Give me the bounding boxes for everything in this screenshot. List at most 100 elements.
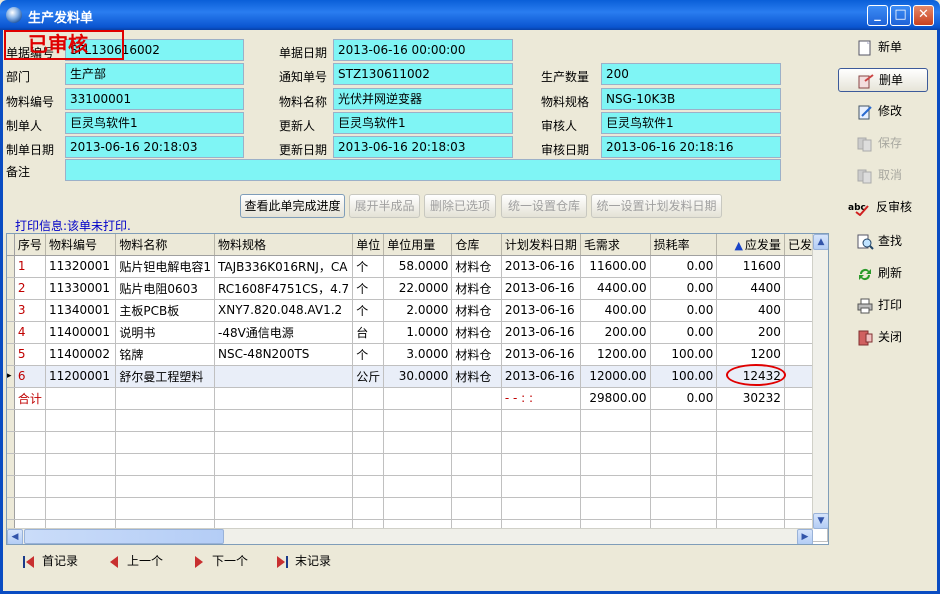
print-button[interactable]: 打印 xyxy=(838,294,928,318)
col-header-gross-demand[interactable]: 毛需求 xyxy=(580,234,651,256)
col-header-plan-date[interactable]: 计划发料日期 xyxy=(501,234,581,256)
table-cell[interactable]: 3 xyxy=(14,299,46,322)
table-cell[interactable]: 3.0000 xyxy=(383,343,453,366)
table-cell[interactable]: 2013-06-16 xyxy=(501,343,581,366)
row-header[interactable] xyxy=(7,277,15,300)
table-cell[interactable]: 1 xyxy=(14,255,46,278)
table-cell[interactable]: 100.00 xyxy=(650,343,718,366)
scroll-up-icon[interactable]: ▲ xyxy=(813,234,828,250)
col-header-material-spec[interactable]: 物料规格 xyxy=(214,234,354,256)
scroll-down-icon[interactable]: ▼ xyxy=(813,513,828,529)
row-header[interactable] xyxy=(7,321,15,344)
table-cell[interactable]: 6 xyxy=(14,365,46,388)
table-cell[interactable]: 11340001 xyxy=(45,299,117,322)
table-cell[interactable]: 材料仓 xyxy=(451,321,502,344)
vertical-scrollbar[interactable]: ▲ ▼ xyxy=(812,234,828,529)
table-cell[interactable]: 主板PCB板 xyxy=(115,299,215,322)
table-cell[interactable]: 11600 xyxy=(716,255,785,278)
table-cell[interactable] xyxy=(214,365,354,388)
update-date-field[interactable]: 2013-06-16 20:18:03 xyxy=(333,136,513,158)
table-cell[interactable]: 30.0000 xyxy=(383,365,453,388)
materials-grid[interactable]: 序号 物料编号 物料名称 物料规格 单位 单位用量 仓库 计划发料日期 毛需求 … xyxy=(6,233,829,545)
table-cell[interactable]: 2.0000 xyxy=(383,299,453,322)
updater-field[interactable]: 巨灵鸟软件1 xyxy=(333,112,513,134)
table-cell[interactable]: TAJB336K016RNJ，CA xyxy=(214,255,354,278)
col-header-should-issue[interactable]: ▲ 应发量 xyxy=(716,234,785,256)
table-cell[interactable]: NSC-48N200TS xyxy=(214,343,354,366)
table-cell[interactable]: 台 xyxy=(352,321,385,344)
table-cell[interactable]: 0.00 xyxy=(650,321,718,344)
set-plan-date-button[interactable]: 统一设置计划发料日期 xyxy=(591,194,722,218)
table-cell[interactable]: 个 xyxy=(352,277,385,300)
table-cell[interactable]: 0.00 xyxy=(650,255,718,278)
table-cell[interactable]: 1200 xyxy=(716,343,785,366)
creator-field[interactable]: 巨灵鸟软件1 xyxy=(65,112,244,134)
material-name-field[interactable]: 光伏并网逆变器 xyxy=(333,88,513,110)
table-cell[interactable]: 4 xyxy=(14,321,46,344)
table-cell[interactable]: 材料仓 xyxy=(451,255,502,278)
new-button[interactable]: 新单 xyxy=(838,36,928,60)
table-cell[interactable]: 材料仓 xyxy=(451,299,502,322)
find-button[interactable]: 查找 xyxy=(838,230,928,254)
auditor-field[interactable]: 巨灵鸟软件1 xyxy=(601,112,781,134)
scroll-left-icon[interactable]: ◀ xyxy=(7,529,23,544)
table-row[interactable]: 4 11400001 说明书 -48V通信电源台 1.0000 材料仓 2013-06-16… xyxy=(7,321,828,344)
next-record-button[interactable]: 下一个 xyxy=(192,551,248,571)
col-header-material-name[interactable]: 物料名称 xyxy=(115,234,215,256)
table-row[interactable]: 5 11400002 铭牌 NSC-48N200TS 个 3.0000 材料仓 2013-06… xyxy=(7,343,828,366)
table-cell[interactable]: 2 xyxy=(14,277,46,300)
table-cell[interactable]: 11330001 xyxy=(45,277,117,300)
table-cell[interactable]: 1200.00 xyxy=(580,343,651,366)
prod-qty-field[interactable]: 200 xyxy=(601,63,781,85)
table-cell[interactable]: 个 xyxy=(352,255,385,278)
refresh-button[interactable]: 刷新 xyxy=(838,262,928,286)
row-header[interactable] xyxy=(7,299,15,322)
table-cell[interactable]: 2013-06-16 xyxy=(501,277,581,300)
expand-semi-button[interactable]: 展开半成品 xyxy=(349,194,420,218)
table-cell[interactable]: RC1608F4751CS，4.7 xyxy=(214,277,354,300)
material-no-field[interactable]: 33100001 xyxy=(65,88,244,110)
col-header-material-no[interactable]: 物料编号 xyxy=(45,234,117,256)
table-row[interactable]: 1 11320001 贴片钽电解电容1 TAJB336K016RNJ，CA 个 58.00… xyxy=(7,255,828,278)
table-cell[interactable]: 400 xyxy=(716,299,785,322)
table-cell[interactable]: 2013-06-16 xyxy=(501,299,581,322)
unaudit-button[interactable]: abc 反审核 xyxy=(838,196,928,220)
table-cell[interactable]: 200 xyxy=(716,321,785,344)
current-row-indicator[interactable]: ▸ xyxy=(7,365,15,388)
last-record-button[interactable]: 末记录 xyxy=(275,551,331,571)
table-cell[interactable]: 0.00 xyxy=(650,299,718,322)
table-row[interactable]: 3 11340001 主板PCB板 XNY7.820.048.AV1.2 个 2.0000… xyxy=(7,299,828,322)
maximize-button[interactable]: □ xyxy=(890,5,911,26)
table-cell[interactable]: 说明书 xyxy=(115,321,215,344)
audit-date-field[interactable]: 2013-06-16 20:18:16 xyxy=(601,136,781,158)
close-window-button[interactable]: ✕ xyxy=(913,5,934,26)
minimize-button[interactable]: _ xyxy=(867,5,888,26)
table-cell[interactable]: 个 xyxy=(352,299,385,322)
first-record-button[interactable]: 首记录 xyxy=(22,551,78,571)
row-header[interactable] xyxy=(7,343,15,366)
table-cell[interactable]: 贴片电阻0603 xyxy=(115,277,215,300)
table-cell[interactable]: 2013-06-16 xyxy=(501,365,581,388)
table-cell[interactable]: 400.00 xyxy=(580,299,651,322)
scroll-right-icon[interactable]: ▶ xyxy=(797,529,813,544)
prev-record-button[interactable]: 上一个 xyxy=(107,551,163,571)
table-cell[interactable]: 100.00 xyxy=(650,365,718,388)
table-cell[interactable]: 材料仓 xyxy=(451,277,502,300)
col-header-warehouse[interactable]: 仓库 xyxy=(451,234,502,256)
table-cell[interactable]: -48V通信电源 xyxy=(214,321,354,344)
table-cell[interactable]: 1.0000 xyxy=(383,321,453,344)
table-cell[interactable]: 舒尔曼工程塑料 xyxy=(115,365,215,388)
table-cell[interactable]: 2013-06-16 xyxy=(501,255,581,278)
table-row[interactable]: 2 11330001 贴片电阻0603 RC1608F4751CS，4.7 个 22.00… xyxy=(7,277,828,300)
horizontal-scroll-thumb[interactable] xyxy=(24,529,224,544)
save-button[interactable]: 保存 xyxy=(838,132,928,156)
table-cell[interactable]: 4400.00 xyxy=(580,277,651,300)
material-spec-field[interactable]: NSG-10K3B xyxy=(601,88,781,110)
table-cell[interactable]: 58.0000 xyxy=(383,255,453,278)
table-cell[interactable]: 11400001 xyxy=(45,321,117,344)
edit-button[interactable]: 修改 xyxy=(838,100,928,124)
table-cell[interactable]: 12000.00 xyxy=(580,365,651,388)
table-cell[interactable]: 11400002 xyxy=(45,343,117,366)
col-header-unit[interactable]: 单位 xyxy=(352,234,385,256)
table-cell[interactable]: XNY7.820.048.AV1.2 xyxy=(214,299,354,322)
